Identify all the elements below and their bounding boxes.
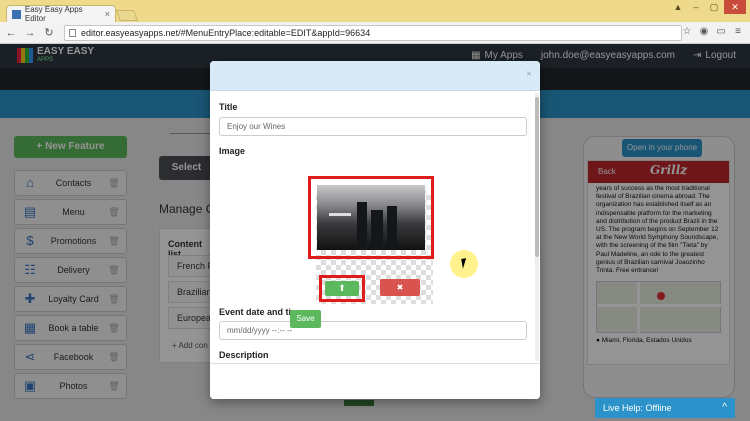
close-window-icon[interactable]: ✕ [724, 0, 746, 14]
address-bar[interactable]: editor.easyeasyapps.net/#MenuEntryPlace:… [64, 25, 682, 41]
scrollbar-thumb[interactable] [535, 97, 539, 257]
image-highlight [308, 176, 434, 259]
forward-arrow-icon[interactable]: → [22, 25, 38, 41]
user-profile-icon[interactable]: ▲ [670, 0, 686, 14]
upload-image-button[interactable]: ⬆ [325, 281, 359, 296]
wine-photo[interactable] [317, 185, 425, 250]
title-label: Title [219, 102, 238, 112]
close-icon[interactable]: × [526, 69, 532, 80]
bottle-shape [387, 206, 397, 250]
modal-header: × [210, 61, 540, 91]
favicon-icon [12, 9, 21, 19]
menu-icon[interactable]: ≡ [732, 26, 744, 38]
cursor-icon [461, 257, 473, 269]
live-help-label: Live Help: Offline [603, 403, 672, 413]
modal-scrollbar[interactable] [535, 93, 539, 361]
chevron-up-icon[interactable]: ^ [722, 398, 727, 418]
star-icon[interactable]: ☆ [681, 26, 693, 38]
cast-icon[interactable]: ▭ [715, 26, 727, 38]
glass-shape [329, 213, 351, 216]
image-label: Image [219, 146, 246, 156]
remove-icon: ✖ [396, 283, 404, 292]
description-label: Description [219, 350, 269, 360]
reload-icon[interactable]: ↻ [41, 25, 57, 41]
browser-tab-title: Easy Easy Apps Editor [24, 5, 83, 23]
back-arrow-icon[interactable]: ← [3, 25, 19, 41]
browser-tab-strip: Easy Easy Apps Editor × ▲ – ▢ ✕ [0, 0, 750, 23]
page-info-icon[interactable] [69, 29, 76, 37]
save-button[interactable]: Save [290, 310, 321, 328]
live-help-bar[interactable]: Live Help: Offline ^ [595, 398, 735, 418]
upload-icon: ⬆ [338, 283, 346, 293]
bottle-shape [371, 210, 383, 250]
maximize-icon[interactable]: ▢ [706, 0, 722, 14]
browser-toolbar: ← → ↻ editor.easyeasyapps.net/#MenuEntry… [0, 22, 750, 44]
extension-icon[interactable]: ◉ [698, 26, 710, 38]
new-tab-button[interactable] [115, 10, 139, 21]
upload-highlight: ⬆ [319, 275, 365, 302]
modal-footer [210, 363, 540, 399]
remove-image-button[interactable]: ✖ [380, 279, 420, 296]
event-date-input[interactable]: mm/dd/yyyy --:-- -- [219, 321, 527, 340]
bottle-shape [357, 202, 367, 250]
minimize-icon[interactable]: – [688, 0, 704, 14]
close-tab-icon[interactable]: × [105, 9, 110, 19]
browser-tab[interactable]: Easy Easy Apps Editor × [6, 5, 116, 23]
window-controls: ▲ – ▢ ✕ [670, 0, 746, 14]
extension-icons: ☆ ◉ ▭ ≡ [681, 26, 744, 38]
title-input[interactable]: Enjoy our Wines [219, 117, 527, 136]
address-url: editor.easyeasyapps.net/#MenuEntryPlace:… [81, 28, 371, 38]
